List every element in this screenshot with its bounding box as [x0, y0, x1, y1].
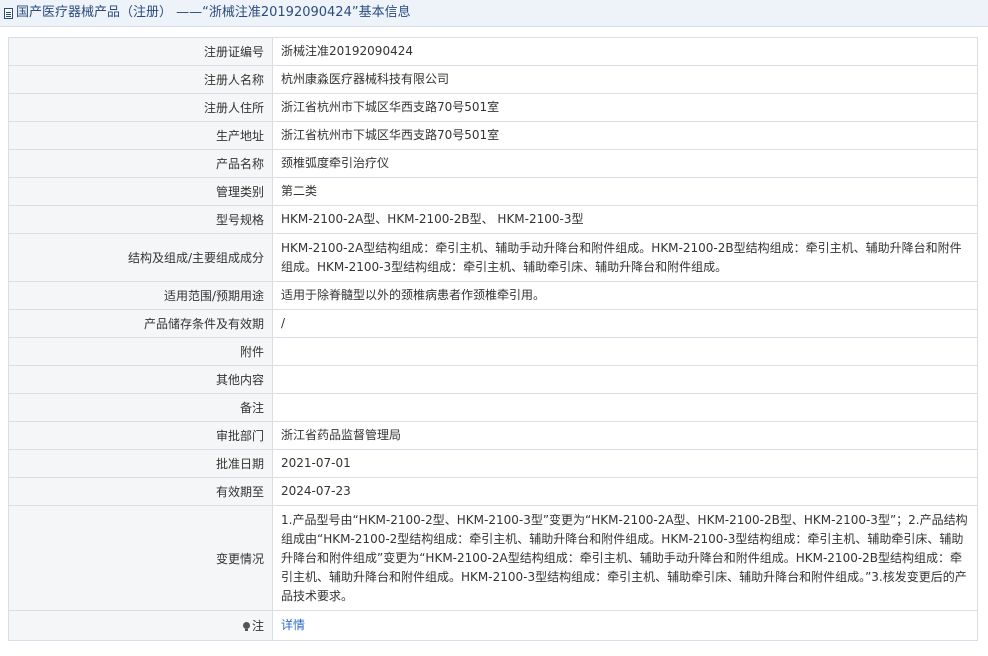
note-label: 注 [251, 619, 264, 633]
table-row: 生产地址 浙江省杭州市下城区华西支路70号501室 [8, 121, 978, 150]
field-label-management-class: 管理类别 [8, 177, 273, 206]
table-row: 注册人住所 浙江省杭州市下城区华西支路70号501室 [8, 93, 978, 122]
field-value-structure: HKM-2100-2A型结构组成：牵引主机、辅助手动升降台和附件组成。HKM-2… [272, 233, 978, 282]
table-row: 注 详情 [8, 610, 978, 641]
field-value-note: 详情 [272, 610, 978, 641]
field-label-structure: 结构及组成/主要组成成分 [8, 233, 273, 282]
field-value-model-spec: HKM-2100-2A型、HKM-2100-2B型、 HKM-2100-3型 [272, 205, 978, 234]
table-row: 注册证编号 浙械注准20192090424 [8, 37, 978, 66]
table-row: 备注 [8, 393, 978, 422]
field-label-model-spec: 型号规格 [8, 205, 273, 234]
field-label-production-address: 生产地址 [8, 121, 273, 150]
table-row: 型号规格 HKM-2100-2A型、HKM-2100-2B型、 HKM-2100… [8, 205, 978, 234]
field-label-product-name: 产品名称 [8, 149, 273, 178]
field-value-valid-until: 2024-07-23 [272, 477, 978, 506]
field-label-other: 其他内容 [8, 365, 273, 394]
field-label-changes: 变更情况 [8, 505, 273, 611]
table-row: 附件 [8, 337, 978, 366]
field-label-registrant-name: 注册人名称 [8, 65, 273, 94]
page-title: 国产医疗器械产品（注册） ——“浙械注准20192090424”基本信息 [16, 5, 411, 20]
field-label-intended-use: 适用范围/预期用途 [8, 281, 273, 310]
field-value-approval-date: 2021-07-01 [272, 449, 978, 478]
field-label-registration-number: 注册证编号 [8, 37, 273, 66]
page-header: 国产医疗器械产品（注册） ——“浙械注准20192090424”基本信息 [0, 0, 988, 27]
document-icon [4, 7, 13, 19]
table-row: 其他内容 [8, 365, 978, 394]
field-label-approval-date: 批准日期 [8, 449, 273, 478]
field-value-remarks [272, 393, 978, 422]
table-row: 管理类别 第二类 [8, 177, 978, 206]
field-label-approval-department: 审批部门 [8, 421, 273, 450]
field-value-management-class: 第二类 [272, 177, 978, 206]
field-value-storage: / [272, 309, 978, 338]
field-value-other [272, 365, 978, 394]
field-value-intended-use: 适用于除脊髓型以外的颈椎病患者作颈椎牵引用。 [272, 281, 978, 310]
table-row: 有效期至 2024-07-23 [8, 477, 978, 506]
table-row: 注册人名称 杭州康淼医疗器械科技有限公司 [8, 65, 978, 94]
table-row: 变更情况 1.产品型号由“HKM-2100-2型、HKM-2100-3型”变更为… [8, 505, 978, 611]
field-label-storage: 产品储存条件及有效期 [8, 309, 273, 338]
field-value-product-name: 颈椎弧度牵引治疗仪 [272, 149, 978, 178]
table-row: 审批部门 浙江省药品监督管理局 [8, 421, 978, 450]
table-row: 适用范围/预期用途 适用于除脊髓型以外的颈椎病患者作颈椎牵引用。 [8, 281, 978, 310]
table-row: 批准日期 2021-07-01 [8, 449, 978, 478]
table-row: 产品储存条件及有效期 / [8, 309, 978, 338]
field-value-registrant-address: 浙江省杭州市下城区华西支路70号501室 [272, 93, 978, 122]
field-label-remarks: 备注 [8, 393, 273, 422]
table-row: 结构及组成/主要组成成分 HKM-2100-2A型结构组成：牵引主机、辅助手动升… [8, 233, 978, 282]
field-value-attachment [272, 337, 978, 366]
lightbulb-icon [242, 622, 250, 631]
field-value-changes: 1.产品型号由“HKM-2100-2型、HKM-2100-3型”变更为“HKM-… [272, 505, 978, 611]
info-table: 注册证编号 浙械注准20192090424 注册人名称 杭州康淼医疗器械科技有限… [8, 37, 978, 641]
field-label-valid-until: 有效期至 [8, 477, 273, 506]
detail-link[interactable]: 详情 [281, 618, 305, 632]
field-value-registration-number: 浙械注准20192090424 [272, 37, 978, 66]
field-label-attachment: 附件 [8, 337, 273, 366]
field-label-registrant-address: 注册人住所 [8, 93, 273, 122]
field-label-note: 注 [8, 610, 273, 641]
field-value-registrant-name: 杭州康淼医疗器械科技有限公司 [272, 65, 978, 94]
field-value-production-address: 浙江省杭州市下城区华西支路70号501室 [272, 121, 978, 150]
table-row: 产品名称 颈椎弧度牵引治疗仪 [8, 149, 978, 178]
field-value-approval-department: 浙江省药品监督管理局 [272, 421, 978, 450]
